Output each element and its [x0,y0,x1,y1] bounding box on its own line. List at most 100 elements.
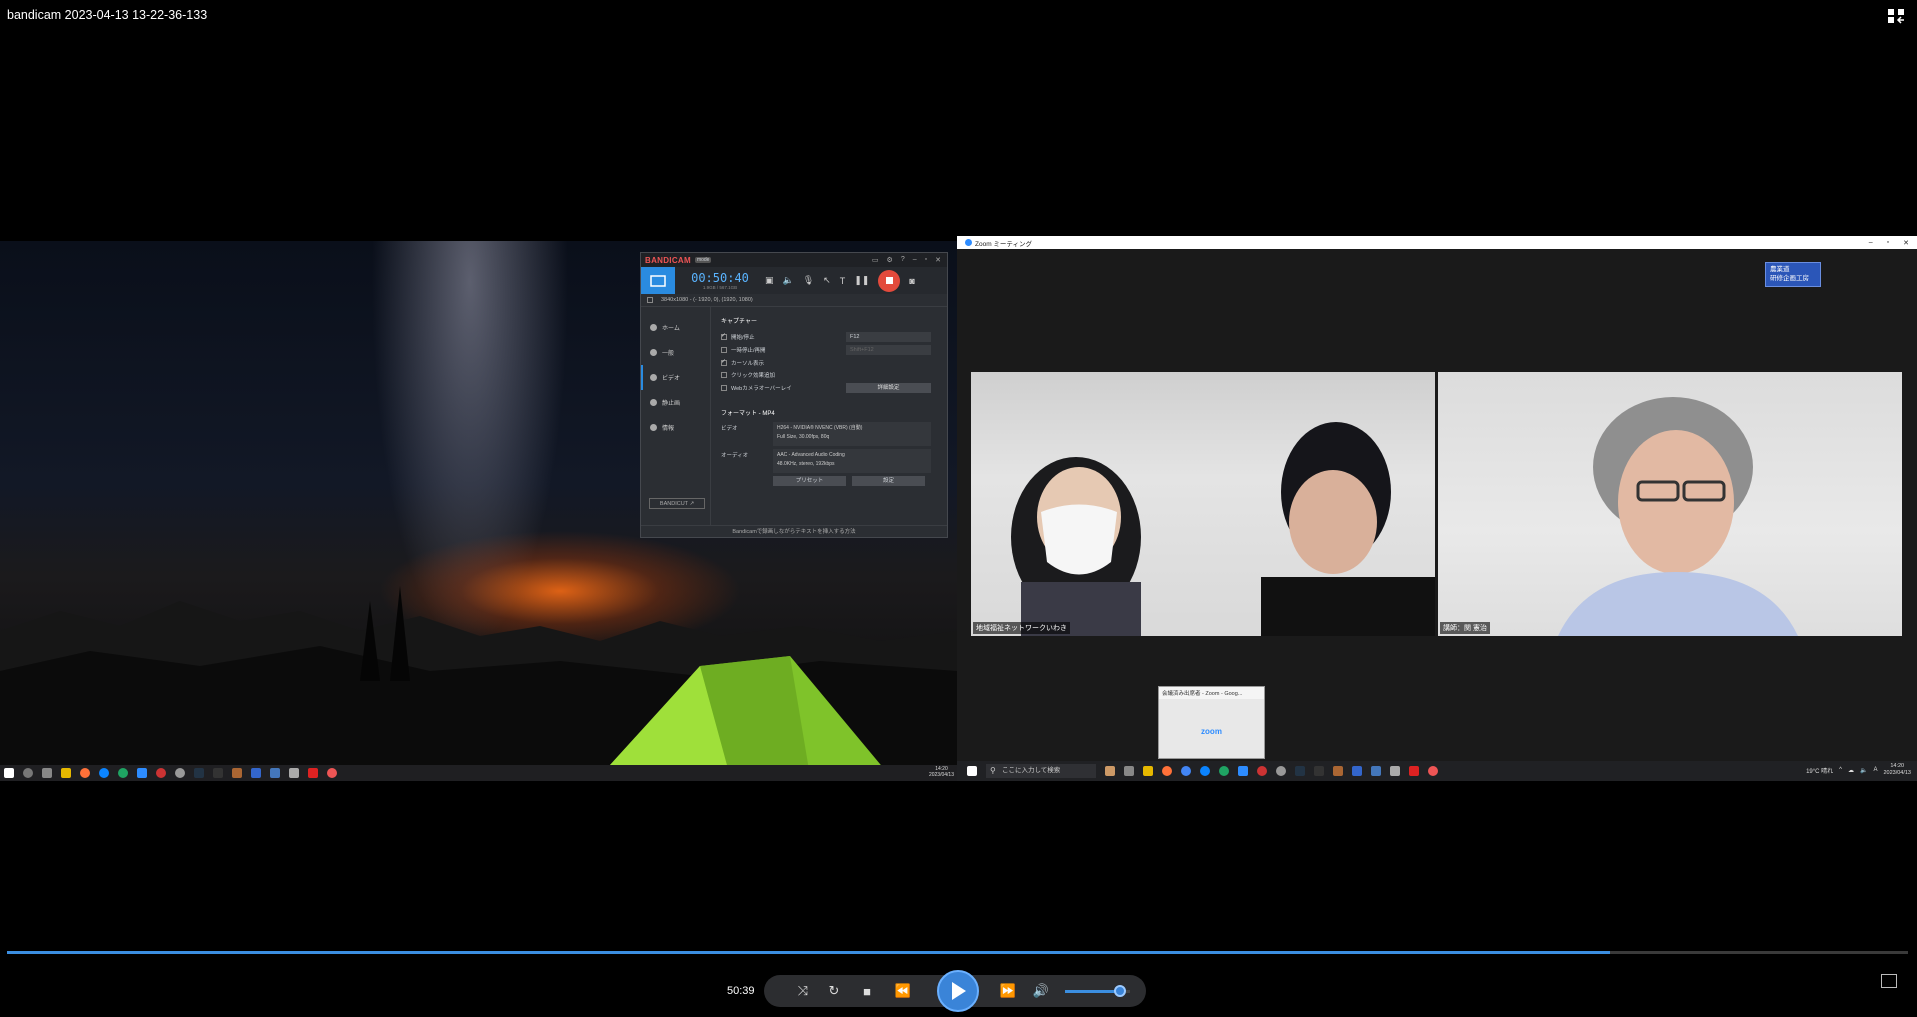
app4-icon[interactable] [1352,766,1362,776]
weather-widget[interactable]: 19°C 晴れ [1806,766,1833,775]
close-icon[interactable]: ✕ [935,256,941,264]
app4-icon[interactable] [251,768,261,778]
zoom-icon[interactable] [137,768,147,778]
rewind-icon[interactable]: ⏪ [890,981,916,1001]
pause-icon[interactable]: ❚❚ [854,275,869,286]
sidebar-item-info[interactable]: 情報 [641,415,710,440]
camera-icon[interactable]: ◙ [909,276,914,286]
outlook-icon[interactable] [1371,766,1381,776]
zoom-minimize-icon[interactable]: – [1869,239,1873,247]
terminal-icon[interactable] [194,768,204,778]
option-webcam-overlay[interactable]: Webカメラオーバーレイ 詳細設定 [721,382,935,395]
settings-button[interactable]: 設定 [852,476,925,487]
click-effect-checkbox[interactable] [721,372,727,379]
skype-icon[interactable] [1200,766,1210,776]
pause-resume-hotkey[interactable]: Shift+F12 [846,345,931,356]
chevron-up-icon[interactable]: ^ [1839,767,1842,773]
acrobat-icon[interactable] [308,768,318,778]
sidebar-item-image[interactable]: 静止画 [641,390,710,415]
help-icon[interactable]: ? [901,256,905,264]
webcam-icon[interactable]: ▣ [765,275,774,286]
audio-format-box[interactable]: AAC - Advanced Audio Coding 48.0KHz, ster… [773,449,931,474]
zoom-icon[interactable] [1238,766,1248,776]
windows-start-icon[interactable] [967,766,977,776]
taskbar-search-box[interactable]: ここに入力して検索 [986,764,1096,778]
chrome-icon[interactable] [1181,766,1191,776]
video-format-box[interactable]: H264 - NVIDIA® NVENC (VBR) (自動) Full Size… [773,422,931,447]
left-clock[interactable]: 14:20 2023/04/13 [929,766,954,778]
play-button[interactable] [937,970,979,1012]
speaker-icon[interactable]: 🔈 [783,275,794,286]
windows-start-icon[interactable] [4,768,14,778]
acrobat-icon[interactable] [1409,766,1419,776]
start-stop-checkbox[interactable] [721,332,727,341]
seek-bar[interactable] [7,951,1908,954]
option-start-stop[interactable]: 開始/停止 F12 [721,331,935,344]
app-icon[interactable] [1276,766,1286,776]
edge-icon[interactable] [1219,766,1229,776]
microphone-icon[interactable]: 🎙 [803,275,814,286]
bandicam-footer-tip[interactable]: Bandicamで録画しながらテキストを挿入する方法 [641,525,947,538]
camera-app-icon[interactable] [289,768,299,778]
pause-resume-checkbox[interactable] [721,347,727,354]
sidebar-item-general[interactable]: 一般 [641,340,710,365]
right-clock[interactable]: 14:20 2023/04/13 [1883,763,1911,777]
settings-icon[interactable]: ⚙ [887,256,893,264]
task-view-icon[interactable] [42,768,52,778]
network-icon[interactable]: ☁ [1848,767,1854,774]
app2-icon[interactable] [1314,766,1324,776]
skype-icon[interactable] [99,768,109,778]
ime-icon[interactable]: A [1873,767,1877,773]
fast-forward-icon[interactable]: ⏩ [995,981,1021,1001]
region-checkbox[interactable] [647,297,653,303]
record-app-icon[interactable] [156,768,166,778]
file-explorer-icon[interactable] [1143,766,1153,776]
option-click-effect[interactable]: クリック効果追加 [721,369,935,382]
participant-video-1[interactable]: 地域福祉ネットワークいわき [971,372,1435,636]
repeat-icon[interactable]: ↻ [824,981,844,1001]
firefox-icon[interactable] [1162,766,1172,776]
cursor-icon[interactable]: ↖ [823,275,831,286]
firefox-icon[interactable] [80,768,90,778]
webcam-overlay-checkbox[interactable] [721,385,727,392]
search-icon[interactable] [23,768,33,778]
folder-icon[interactable]: ▭ [872,256,879,264]
restore-icon[interactable]: ▫ [925,256,927,264]
office-icon[interactable] [327,768,337,778]
outlook-icon[interactable] [270,768,280,778]
app3-icon[interactable] [232,768,242,778]
task-view-icon[interactable] [1124,766,1134,776]
minimize-icon[interactable]: – [913,256,917,264]
app3-icon[interactable] [1333,766,1343,776]
option-pause-resume[interactable]: 一時停止/再開 Shift+F12 [721,344,935,357]
volume-icon[interactable]: 🔊 [1031,981,1051,1001]
compact-view-icon[interactable] [1887,8,1905,24]
volume-icon[interactable]: 🔈 [1860,767,1867,774]
taskbar-thumbnail-preview[interactable]: 会議済み出席者 - Zoom - Goog... zoom [1158,686,1265,759]
participant-video-2[interactable]: 講師：関 憲治 [1438,372,1902,636]
preset-button[interactable]: プリセット [773,476,846,487]
terminal-icon[interactable] [1295,766,1305,776]
text-icon[interactable]: T [840,276,846,286]
advanced-settings-button[interactable]: 詳細設定 [846,383,931,394]
start-stop-hotkey[interactable]: F12 [846,332,931,343]
camera-app-icon[interactable] [1390,766,1400,776]
app-icon[interactable] [175,768,185,778]
zoom-maximize-icon[interactable]: ▫ [1887,239,1889,247]
sidebar-item-video[interactable]: ビデオ [641,365,710,390]
record-app-icon[interactable] [1257,766,1267,776]
screen-mode-button[interactable] [641,267,675,294]
option-show-cursor[interactable]: カーソル表示 [721,356,935,369]
stop-record-button[interactable] [878,269,901,292]
sidebar-item-home[interactable]: ホーム [641,315,710,340]
region-bar[interactable]: 3840x1080 - (- 1920, 0), (1920, 1080) [641,294,947,307]
zoom-close-icon[interactable]: ✕ [1903,239,1909,247]
show-cursor-checkbox[interactable] [721,358,727,366]
mini-player-icon[interactable] [1881,974,1897,988]
edge-icon[interactable] [118,768,128,778]
bandicut-button[interactable]: BANDICUT ↗ [649,498,705,509]
app2-icon[interactable] [213,768,223,778]
shuffle-icon[interactable]: ⤨ [793,981,813,1001]
news-widget-icon[interactable] [1105,766,1115,776]
stop-icon[interactable]: ■ [857,981,877,1001]
